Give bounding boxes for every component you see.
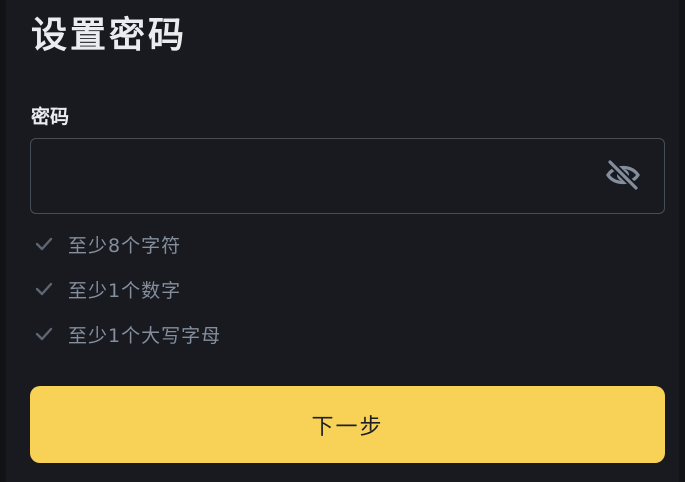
check-icon: [33, 278, 55, 300]
password-input[interactable]: [45, 153, 569, 201]
right-edge: [679, 0, 685, 482]
check-icon: [33, 323, 55, 345]
next-button[interactable]: 下一步: [30, 386, 665, 463]
next-button-label: 下一步: [311, 414, 384, 440]
password-label: 密码: [31, 106, 70, 128]
password-field[interactable]: [30, 138, 665, 214]
requirement-uppercase: 至少1个大写字母: [33, 319, 221, 349]
requirement-min-length: 至少8个字符: [33, 229, 181, 259]
toggle-visibility-button[interactable]: [604, 158, 642, 195]
requirement-text: 至少8个字符: [68, 234, 182, 257]
requirement-text: 至少1个数字: [68, 279, 182, 302]
requirement-number: 至少1个数字: [33, 274, 181, 304]
check-icon: [33, 233, 55, 255]
requirement-text: 至少1个大写字母: [68, 324, 222, 347]
eye-slash-icon: [605, 158, 641, 195]
left-edge: [0, 0, 6, 482]
page-title: 设置密码: [31, 15, 188, 56]
